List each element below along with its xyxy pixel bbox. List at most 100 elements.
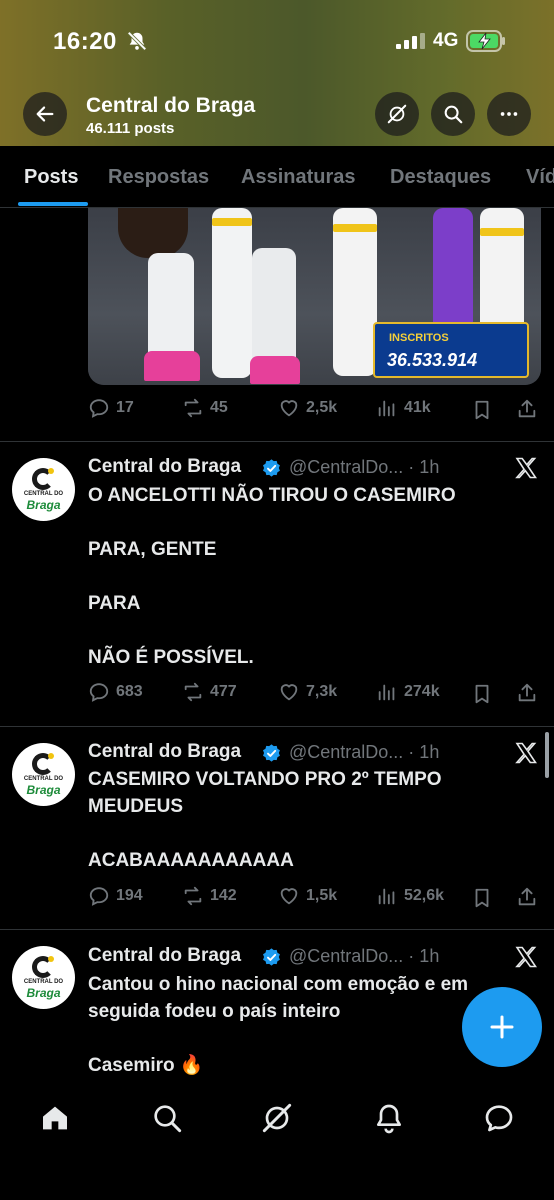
home-icon[interactable] xyxy=(39,1102,71,1134)
post-line: Cantou o hino nacional com emoção e em xyxy=(88,974,469,995)
author-name[interactable]: Central do Braga xyxy=(88,945,241,967)
reply-icon xyxy=(89,399,109,418)
author-name[interactable]: Central do Braga xyxy=(88,456,241,478)
views-count: 41k xyxy=(404,399,431,416)
post-line: seguida fodeu o país inteiro xyxy=(88,1001,341,1022)
avatar[interactable]: CENTRAL DO Braga xyxy=(12,946,75,1009)
post-line: Casemiro 🔥 xyxy=(88,1055,204,1076)
profile-header: Central do Braga 46.111 posts xyxy=(0,84,554,140)
post-line: PARA xyxy=(88,593,141,614)
share-icon[interactable] xyxy=(516,682,538,704)
back-button[interactable] xyxy=(23,92,67,136)
avatar-small-text: CENTRAL DO xyxy=(23,776,64,782)
repost-count: 45 xyxy=(210,399,228,416)
tab-posts[interactable]: Posts xyxy=(24,166,78,189)
subscribers-value: 36.533.914 xyxy=(387,350,478,370)
avatar-brand-text: Braga xyxy=(26,498,61,512)
tab-destaques[interactable]: Destaques xyxy=(390,166,491,189)
heart-icon xyxy=(280,888,298,905)
reply-button[interactable]: 194 xyxy=(88,885,143,907)
post-line: CASEMIRO VOLTANDO PRO 2º TEMPO xyxy=(88,769,442,790)
scrollbar[interactable] xyxy=(545,732,549,778)
reply-count: 683 xyxy=(116,683,143,700)
reply-button[interactable]: 683 xyxy=(88,681,143,703)
like-count: 7,3k xyxy=(306,683,338,700)
views-icon xyxy=(378,400,395,417)
divider xyxy=(0,929,554,930)
like-button[interactable]: 2,5k xyxy=(278,397,337,419)
profile-name: Central do Braga xyxy=(86,94,256,117)
compose-button[interactable] xyxy=(462,987,542,1067)
views-button[interactable]: 274k xyxy=(376,681,440,703)
grok-button[interactable] xyxy=(375,92,419,136)
verified-badge-icon xyxy=(263,948,280,966)
search-icon xyxy=(444,105,463,124)
active-tab-indicator xyxy=(18,202,88,206)
post-line: NÃO É POSSÍVEL. xyxy=(88,647,254,668)
like-count: 2,5k xyxy=(306,399,338,416)
author-name[interactable]: Central do Braga xyxy=(88,741,241,763)
like-button[interactable]: 7,3k xyxy=(278,681,337,703)
verified-badge-icon xyxy=(263,744,280,762)
subscribers-label: INSCRITOS xyxy=(389,332,449,344)
subscribers-overlay: INSCRITOS 36.533.914 xyxy=(373,322,529,378)
repost-button[interactable]: 477 xyxy=(182,681,237,703)
x-logo-icon xyxy=(515,946,538,968)
x-logo-icon xyxy=(515,742,538,764)
post-line: ACABAAAAAAAAAAA xyxy=(88,850,294,871)
plus-icon xyxy=(490,1015,514,1039)
post-text: CASEMIRO VOLTANDO PRO 2º TEMPO MEUDEUS A… xyxy=(88,766,518,874)
grok-icon xyxy=(387,104,407,124)
bottom-navigation xyxy=(0,1084,554,1200)
notifications-icon[interactable] xyxy=(373,1102,405,1134)
post-actions: 194 142 1,5k 52,6k xyxy=(88,885,540,913)
more-button[interactable] xyxy=(487,92,531,136)
reply-icon xyxy=(89,887,109,906)
avatar-brand-text: Braga xyxy=(26,986,61,1000)
tab-videos[interactable]: Víd xyxy=(526,166,554,189)
search-icon[interactable] xyxy=(151,1102,183,1134)
profile-tabs: Posts Respostas Assinaturas Destaques Ví… xyxy=(0,146,554,208)
share-icon[interactable] xyxy=(516,886,538,908)
views-button[interactable]: 52,6k xyxy=(376,885,444,907)
like-button[interactable]: 1,5k xyxy=(278,885,337,907)
author-handle-time: @CentralDo... · 1h xyxy=(289,946,440,966)
reply-count: 194 xyxy=(116,887,143,904)
bookmark-icon[interactable] xyxy=(471,887,493,909)
views-icon xyxy=(378,684,395,701)
tab-assinaturas[interactable]: Assinaturas xyxy=(241,166,356,189)
post-actions: 683 477 7,3k 274k xyxy=(88,681,540,709)
reply-button[interactable]: 17 xyxy=(88,397,134,419)
views-button[interactable]: 41k xyxy=(376,397,431,419)
messages-icon[interactable] xyxy=(483,1102,515,1134)
status-time: 16:20 xyxy=(53,28,117,55)
verified-badge-icon xyxy=(263,459,280,477)
bookmark-icon[interactable] xyxy=(471,683,493,705)
grok-icon[interactable] xyxy=(261,1102,293,1134)
avatar[interactable]: CENTRAL DO Braga xyxy=(12,743,75,806)
author-handle-time: @CentralDo... · 1h xyxy=(289,742,440,762)
profile-post-count: 46.111 posts xyxy=(86,120,175,137)
divider xyxy=(0,441,554,442)
post-actions: 17 45 2,5k 41k xyxy=(88,397,540,425)
tab-respostas[interactable]: Respostas xyxy=(108,166,209,189)
repost-icon xyxy=(184,398,202,418)
repost-icon xyxy=(184,886,202,906)
signal-icon xyxy=(396,33,425,49)
like-count: 1,5k xyxy=(306,887,338,904)
views-icon xyxy=(378,888,395,905)
avatar[interactable]: CENTRAL DO Braga xyxy=(12,458,75,521)
avatar-small-text: CENTRAL DO xyxy=(23,979,64,985)
x-logo-icon xyxy=(515,457,538,479)
post-text: Cantou o hino nacional com emoção e em s… xyxy=(88,971,508,1079)
repost-count: 477 xyxy=(210,683,237,700)
post-line: O ANCELOTTI NÃO TIROU O CASEMIRO xyxy=(88,485,456,506)
arrow-left-icon xyxy=(36,106,54,122)
divider xyxy=(0,726,554,727)
more-icon xyxy=(500,112,518,116)
share-icon[interactable] xyxy=(516,398,538,420)
repost-button[interactable]: 45 xyxy=(182,397,228,419)
repost-button[interactable]: 142 xyxy=(182,885,237,907)
bookmark-icon[interactable] xyxy=(471,399,493,421)
search-button[interactable] xyxy=(431,92,475,136)
